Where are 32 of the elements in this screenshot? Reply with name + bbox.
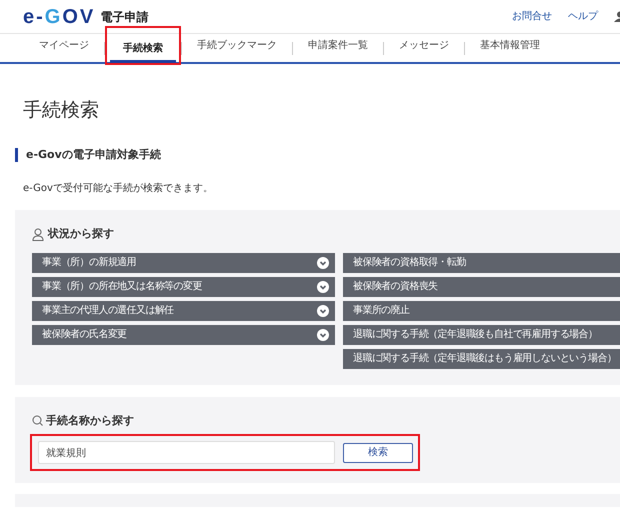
procedure-button[interactable]: 事業（所）の新規適用 (32, 252, 335, 272)
procedure-button[interactable]: 被保険者の資格取得・転勤 (343, 252, 620, 272)
search-button[interactable]: 検索 (342, 442, 413, 462)
nav-tab[interactable]: マイページ (26, 31, 102, 60)
procedure-button[interactable]: 事業主の代理人の選任又は解任 (32, 300, 335, 320)
header-link[interactable]: お問合せ (512, 9, 552, 24)
chevron-down-icon (317, 256, 329, 268)
procedure-button[interactable]: 事業所の廃止 (343, 300, 620, 320)
panel-title: 手続名称から探す (46, 412, 134, 428)
user-icon[interactable] (614, 10, 620, 22)
header-link[interactable]: ヘルプ (568, 9, 598, 24)
chevron-down-icon (317, 304, 329, 316)
nav-tab[interactable]: 基本情報管理 (467, 31, 553, 60)
nav-tab[interactable]: 手続検索 (110, 34, 176, 62)
description-text: e-Govで受付可能な手続が検索できます。 (23, 182, 214, 196)
nav-tab[interactable]: 申請案件一覧 (295, 31, 381, 60)
search-icon (32, 415, 43, 426)
procedure-button[interactable]: 退職に関する手続（定年退職後も自社で再雇用する場合） (343, 324, 620, 344)
nav-tab[interactable]: 手続ブックマーク (184, 31, 290, 60)
procedure-button[interactable]: 被保険者の資格喪失 (343, 276, 620, 296)
person-icon (32, 228, 44, 241)
search-field[interactable]: 就業規則 (38, 441, 335, 464)
nav-tab[interactable]: メッセージ (386, 31, 462, 60)
procedure-button[interactable]: 事業（所）の所在地又は名称等の変更 (32, 276, 335, 296)
page-title: 手続検索 (23, 98, 100, 123)
chevron-down-icon (317, 328, 329, 340)
logo[interactable]: e-GOV 電子申請 (23, 2, 148, 32)
procedure-button[interactable]: 被保険者の氏名変更 (32, 324, 335, 344)
chevron-down-icon (317, 280, 329, 292)
procedure-button[interactable]: 退職に関する手続（定年退職後はもう雇用しないという場合） (343, 348, 620, 368)
section-title: e-Govの電子申請対象手続 (26, 146, 161, 162)
panel-title: 状況から探す (48, 226, 114, 242)
